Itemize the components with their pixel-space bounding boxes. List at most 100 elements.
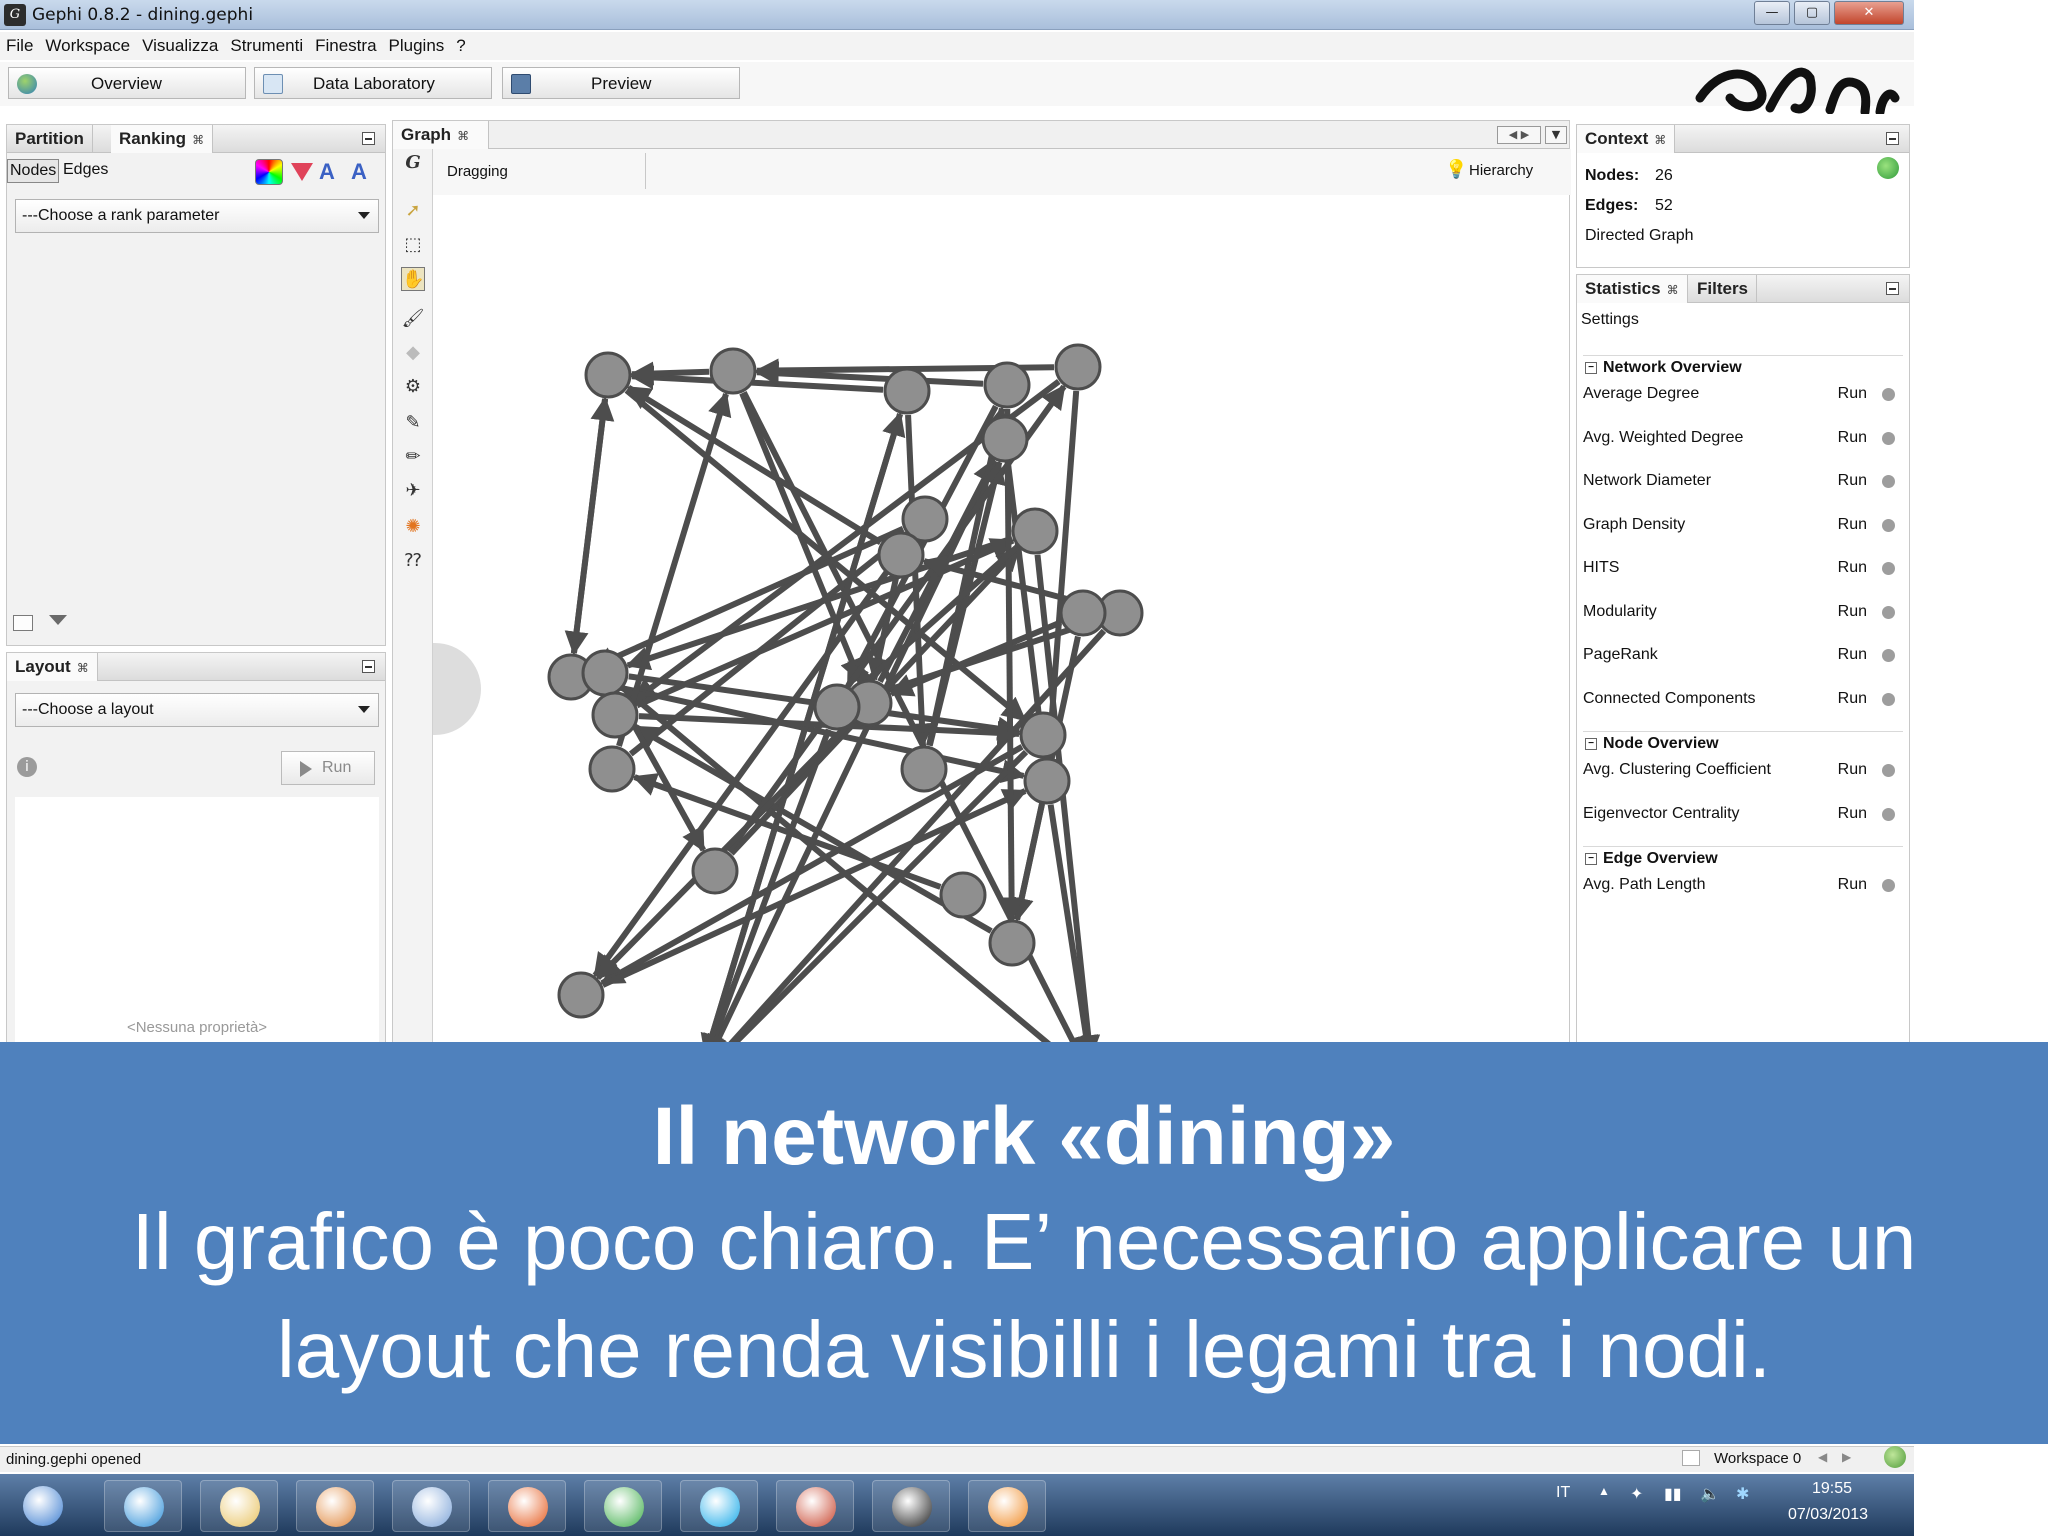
volume-icon[interactable]: 🔈 xyxy=(1700,1484,1720,1504)
gephi-icon[interactable] xyxy=(872,1480,950,1532)
graph-node[interactable] xyxy=(691,847,739,895)
layout-select[interactable]: ---Choose a layout xyxy=(15,693,379,727)
signal-icon[interactable]: ▮▮ xyxy=(1664,1484,1682,1504)
subtab-nodes[interactable]: Nodes xyxy=(7,159,59,183)
hierarchy-label[interactable]: Hierarchy xyxy=(1469,162,1533,179)
skype-icon[interactable] xyxy=(680,1480,758,1532)
update-globe-icon[interactable] xyxy=(1884,1446,1906,1468)
overview-button[interactable]: Overview xyxy=(8,67,246,99)
stat-run-button[interactable]: Run xyxy=(1838,876,1867,894)
vlc-icon[interactable] xyxy=(968,1480,1046,1532)
menu-file[interactable]: File xyxy=(0,32,39,56)
graph-node[interactable] xyxy=(591,691,639,739)
close-tab-icon[interactable]: ⌘ xyxy=(1654,133,1666,147)
layout-run-button[interactable]: Run xyxy=(281,751,375,785)
graph-node[interactable] xyxy=(939,871,987,919)
tab-context[interactable]: Context ⌘ xyxy=(1577,125,1676,153)
graph-node[interactable] xyxy=(1054,343,1102,391)
refresh-icon[interactable] xyxy=(1877,157,1899,179)
graph-node[interactable] xyxy=(883,367,931,415)
network-icon[interactable]: ✦ xyxy=(1630,1484,1643,1504)
tab-list-button[interactable]: ▼ xyxy=(1545,126,1567,144)
graph-node[interactable] xyxy=(557,971,605,1019)
graph-node[interactable] xyxy=(900,745,948,793)
graph-node[interactable] xyxy=(709,347,757,395)
rank-parameter-select[interactable]: ---Choose a rank parameter xyxy=(15,199,379,233)
workspace-prev-icon[interactable]: ◀ xyxy=(1818,1450,1827,1464)
internet-explorer-icon[interactable] xyxy=(104,1480,182,1532)
tab-scroll-buttons[interactable]: ◀ ▶ xyxy=(1497,126,1541,144)
stat-run-button[interactable]: Run xyxy=(1838,603,1867,621)
rectangle-select-icon[interactable]: ⬚ xyxy=(401,233,425,257)
graph-node[interactable] xyxy=(1023,757,1071,805)
tab-filters[interactable]: Filters xyxy=(1689,275,1758,303)
stat-run-button[interactable]: Run xyxy=(1838,385,1867,403)
preview-button[interactable]: Preview xyxy=(502,67,740,99)
label-color-icon[interactable]: A xyxy=(319,159,335,185)
painter-icon[interactable]: 🖌 xyxy=(401,307,425,331)
menu-finestra[interactable]: Finestra xyxy=(309,32,382,56)
graph-node[interactable] xyxy=(1019,711,1067,759)
network-graph[interactable] xyxy=(433,195,1563,1045)
label-size-icon[interactable]: A xyxy=(351,159,367,185)
subtab-edges[interactable]: Edges xyxy=(63,161,108,179)
edge-pencil-icon[interactable]: ✏ xyxy=(401,445,425,469)
close-tab-icon[interactable]: ⌘ xyxy=(77,661,89,675)
menu-strumenti[interactable]: Strumenti xyxy=(224,32,309,56)
stat-run-button[interactable]: Run xyxy=(1838,516,1867,534)
tab-graph[interactable]: Graph ⌘ xyxy=(393,121,489,149)
graph-node[interactable] xyxy=(581,649,629,697)
gephi-tool-icon[interactable]: G xyxy=(401,151,425,175)
drag-hand-icon[interactable]: ✋ xyxy=(401,267,425,291)
menu-visualizza[interactable]: Visualizza xyxy=(136,32,224,56)
tray-expand-icon[interactable]: ▲ xyxy=(1598,1484,1610,1498)
tool-icon[interactable] xyxy=(392,1480,470,1532)
close-button[interactable]: ✕ xyxy=(1834,1,1904,25)
settings-link[interactable]: Settings xyxy=(1581,311,1639,329)
color-ranking-icon[interactable] xyxy=(255,159,283,185)
heat-map-icon[interactable]: ⚙ xyxy=(401,375,425,399)
graph-node[interactable] xyxy=(877,531,925,579)
media-player-icon[interactable] xyxy=(296,1480,374,1532)
help-pointer-icon[interactable]: ⁇ xyxy=(401,549,425,573)
menu-help[interactable]: ? xyxy=(450,32,471,56)
results-list-icon[interactable] xyxy=(13,615,33,631)
close-tab-icon[interactable]: ⌘ xyxy=(1667,283,1679,297)
data-laboratory-button[interactable]: Data Laboratory xyxy=(254,67,492,99)
stat-run-button[interactable]: Run xyxy=(1838,805,1867,823)
minimize-panel-button[interactable] xyxy=(362,660,375,673)
stat-run-button[interactable]: Run xyxy=(1838,472,1867,490)
graph-node[interactable] xyxy=(1059,589,1107,637)
collapse-icon[interactable]: − xyxy=(1585,362,1597,374)
filter-icon[interactable] xyxy=(49,615,67,625)
bluetooth-icon[interactable]: ✱ xyxy=(1736,1484,1749,1504)
lightbulb-icon[interactable]: 💡 xyxy=(1445,159,1467,180)
workspace-selector[interactable]: Workspace 0 xyxy=(1682,1448,1802,1470)
collapse-icon[interactable]: − xyxy=(1585,853,1597,865)
tab-layout[interactable]: Layout ⌘ xyxy=(7,653,98,681)
file-explorer-icon[interactable] xyxy=(200,1480,278,1532)
airplane-icon[interactable]: ✈ xyxy=(401,479,425,503)
graph-node[interactable] xyxy=(584,351,632,399)
graph-node[interactable] xyxy=(588,745,636,793)
graph-node[interactable] xyxy=(983,361,1031,409)
close-tab-icon[interactable]: ⌘ xyxy=(457,129,469,143)
maximize-button[interactable]: ▢ xyxy=(1794,1,1830,25)
start-orb-icon[interactable] xyxy=(4,1480,82,1532)
stat-run-button[interactable]: Run xyxy=(1838,761,1867,779)
close-tab-icon[interactable]: ⌘ xyxy=(192,133,204,147)
tab-statistics[interactable]: Statistics ⌘ xyxy=(1577,275,1688,303)
pencil-icon[interactable]: ✎ xyxy=(401,411,425,435)
minimize-panel-button[interactable] xyxy=(362,132,375,145)
tab-ranking[interactable]: Ranking ⌘ xyxy=(111,125,214,153)
graph-node[interactable] xyxy=(813,683,861,731)
minimize-panel-button[interactable] xyxy=(1886,282,1899,295)
chrome-icon[interactable] xyxy=(584,1480,662,1532)
stat-run-button[interactable]: Run xyxy=(1838,690,1867,708)
diamond-icon[interactable]: ◆ xyxy=(401,341,425,365)
stat-run-button[interactable]: Run xyxy=(1838,646,1867,664)
menu-workspace[interactable]: Workspace xyxy=(39,32,136,56)
minimize-button[interactable]: — xyxy=(1754,1,1790,25)
graph-node[interactable] xyxy=(981,415,1029,463)
language-indicator[interactable]: IT xyxy=(1556,1484,1570,1502)
